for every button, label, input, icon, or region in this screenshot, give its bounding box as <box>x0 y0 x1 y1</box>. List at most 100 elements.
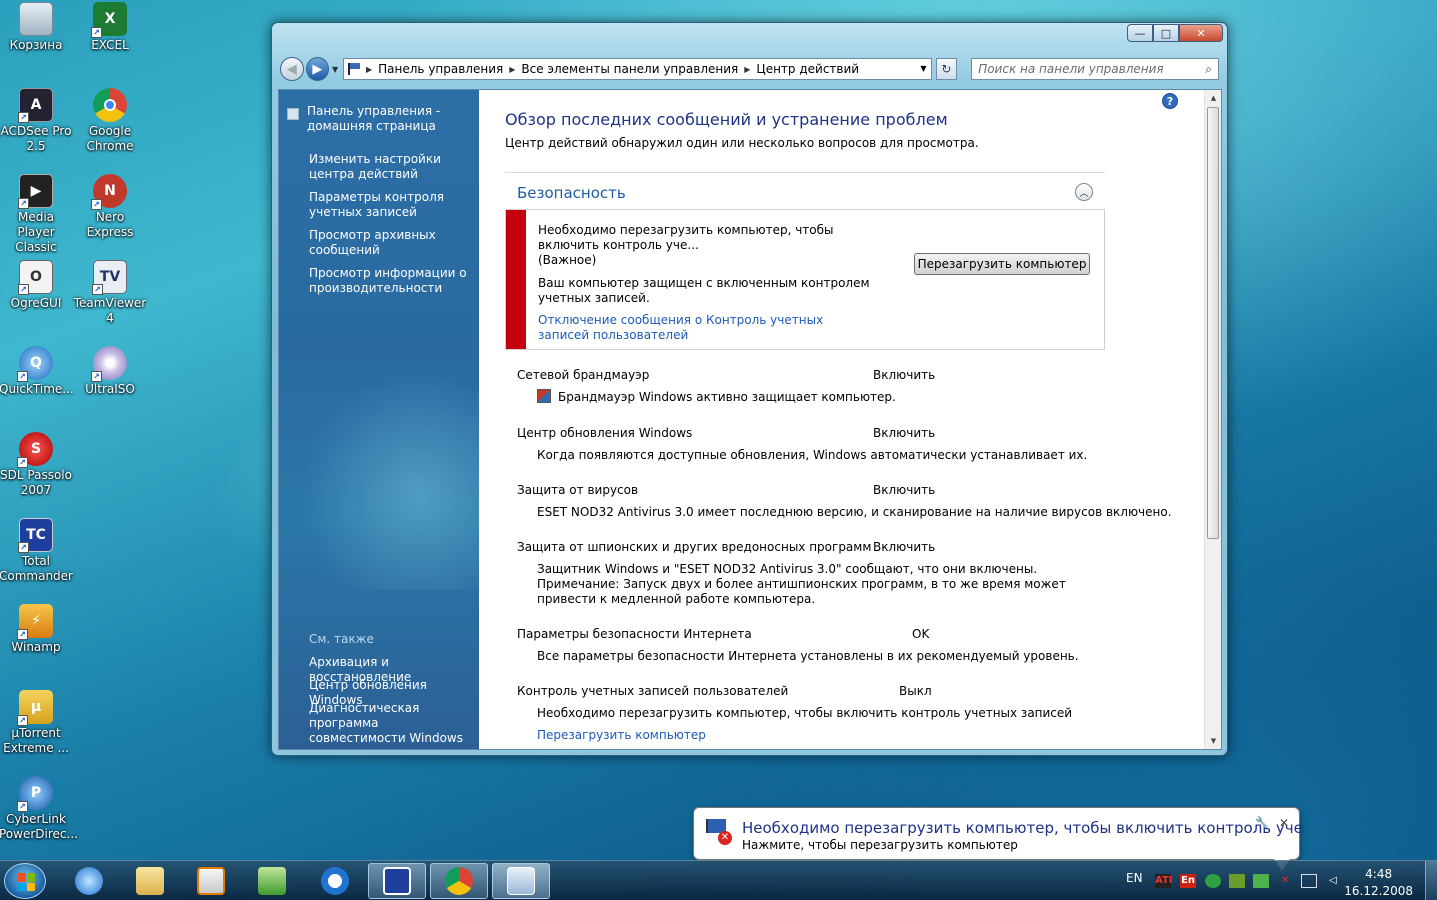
shield-tray-icon[interactable] <box>1229 874 1245 888</box>
scrollbar-thumb[interactable] <box>1207 107 1219 539</box>
taskbar-total-commander[interactable] <box>368 863 426 899</box>
desktop-icon-recycle-bin[interactable]: Корзина <box>0 2 73 53</box>
recent-pages-dropdown[interactable]: ▼ <box>329 65 341 74</box>
link-performance-info[interactable]: Просмотр информации о производительности <box>309 266 474 296</box>
scroll-up-arrow-icon[interactable]: ▲ <box>1205 90 1221 106</box>
address-bar[interactable]: ▶ Панель управления ▶ Все элементы панел… <box>343 58 932 80</box>
ultraiso-icon: ↗ <box>91 346 127 382</box>
link-change-action-center-settings[interactable]: Изменить настройки центра действий <box>309 152 474 182</box>
antivirus-desc: ESET NOD32 Antivirus 3.0 имеет последнюю… <box>537 505 1172 519</box>
scroll-down-arrow-icon[interactable]: ▼ <box>1205 733 1221 749</box>
help-icon[interactable]: ? <box>1162 93 1178 109</box>
ati-tray-icon[interactable]: ATI <box>1155 874 1173 888</box>
desktop-icon-passolo[interactable]: S ↗ SDL Passolo 2007 <box>0 432 73 498</box>
forward-button[interactable]: ▶ <box>305 57 330 81</box>
breadcrumb-action-center[interactable]: Центр действий <box>756 62 859 76</box>
internet-security-desc: Все параметры безопасности Интернета уст… <box>537 649 1079 663</box>
alert-message: Необходимо перезагрузить компьютер, чтоб… <box>538 223 834 252</box>
desktop-icon-powerdirector[interactable]: P ↗ CyberLink PowerDirec... <box>0 776 78 842</box>
taskbar-chrome[interactable] <box>430 863 488 899</box>
link-control-panel-home[interactable]: Панель управления - домашняя страница <box>307 104 472 134</box>
desktop-icon-quicktime[interactable]: Q ↗ QuickTime... <box>0 346 74 397</box>
recycle-bin-icon <box>19 2 53 36</box>
maximize-button[interactable]: □ <box>1153 24 1179 42</box>
desktop-icon-excel[interactable]: X ↗ EXCEL <box>73 2 147 53</box>
action-center-tray-icon[interactable]: ✕ <box>1277 874 1293 888</box>
taskbar-media-player[interactable] <box>182 863 240 899</box>
link-compatibility-troubleshooter[interactable]: Диагностическая программа совместимости … <box>309 701 474 746</box>
folder-icon <box>136 867 164 895</box>
search-input[interactable]: Поиск на панели управления ⌕ <box>971 58 1219 80</box>
input-language-tray-icon[interactable]: En <box>1180 874 1196 888</box>
desktop-icon-winamp[interactable]: ⚡ ↗ Winamp <box>0 604 73 655</box>
desktop-icon-teamviewer[interactable]: TV ↗ TeamViewer 4 <box>73 260 147 326</box>
desktop-icon-nero[interactable]: N ↗ Nero Express <box>73 174 147 240</box>
utorrent-icon: µ ↗ <box>17 690 53 726</box>
breadcrumb-all-items[interactable]: Все элементы панели управления <box>521 62 738 76</box>
nero-icon: N ↗ <box>91 174 127 210</box>
action-center-flag-icon <box>348 63 362 75</box>
restart-computer-button[interactable]: Перезагрузить компьютер <box>914 253 1090 275</box>
divider <box>505 172 1105 173</box>
clock[interactable]: 4:48 16.12.2008 <box>1344 866 1413 900</box>
breadcrumb-separator-icon: ▶ <box>366 64 373 74</box>
firewall-status: Включить <box>873 368 936 382</box>
desktop-icon-ultraiso[interactable]: ↗ UltraISO <box>73 346 147 397</box>
link-uac-settings[interactable]: Параметры контроля учетных записей <box>309 190 474 220</box>
see-also-heading: См. также <box>309 632 374 646</box>
back-button[interactable]: ◀ <box>280 57 304 81</box>
excel-icon: X ↗ <box>91 2 127 38</box>
balloon-options-icon[interactable]: 🔧 <box>1255 816 1269 829</box>
volume-tray-icon[interactable]: ◁ <box>1325 874 1341 888</box>
taskbar-control-panel[interactable] <box>492 863 550 899</box>
breadcrumb-control-panel[interactable]: Панель управления <box>378 62 503 76</box>
vertical-scrollbar[interactable]: ▲ ▼ <box>1204 90 1221 749</box>
balloon-subtitle: Нажмите, чтобы перезагрузить компьютер <box>742 838 1018 852</box>
antispyware-desc: Защитник Windows и "ESET NOD32 Antivirus… <box>537 562 1038 576</box>
quicktime-icon: Q ↗ <box>17 346 53 382</box>
taskbar-teamviewer[interactable] <box>306 863 364 899</box>
floppy-disk-icon <box>383 867 411 895</box>
desktop-icon-ogregui[interactable]: O ↗ OgreGUI <box>0 260 73 311</box>
start-button[interactable] <box>4 863 46 899</box>
search-icon[interactable]: ⌕ <box>1205 62 1212 77</box>
antispyware-status: Включить <box>873 540 936 554</box>
disable-uac-messages-link[interactable]: Отключение сообщения о Контроль учетных … <box>538 313 858 343</box>
notification-balloon[interactable]: ✕ Необходимо перезагрузить компьютер, чт… <box>693 807 1303 871</box>
refresh-button[interactable]: ↻ <box>935 58 958 80</box>
internet-explorer-icon <box>75 867 103 895</box>
taskbar-explorer[interactable] <box>121 863 179 899</box>
firewall-name: Сетевой брандмауэр <box>517 368 650 382</box>
windows-update-status: Включить <box>873 426 936 440</box>
desktop-icon-media-player[interactable]: ▶ ↗ Media Player Classic <box>0 174 73 255</box>
link-archived-messages[interactable]: Просмотр архивных сообщений <box>309 228 474 258</box>
collapse-chevron-up-icon[interactable]: ︿ <box>1075 183 1093 201</box>
clock-date: 16.12.2008 <box>1344 884 1413 898</box>
show-desktop-button[interactable] <box>1425 861 1437 900</box>
network-tray-icon[interactable] <box>1301 874 1317 888</box>
taskbar-internet-explorer[interactable] <box>60 863 118 899</box>
uac-restart-link[interactable]: Перезагрузить компьютер <box>537 728 706 743</box>
balloon-title: Необходимо перезагрузить компьютер, чтоб… <box>742 819 1303 837</box>
green-tray-icon[interactable] <box>1205 874 1221 888</box>
address-dropdown-icon[interactable]: ▼ <box>920 64 926 73</box>
action-center-window: — □ ✕ ◀ ▶ ▼ ▶ Панель управления ▶ Все эл… <box>271 22 1228 756</box>
taskbar-app-4[interactable] <box>243 863 301 899</box>
desktop-icon-acdsee[interactable]: A ↗ ACDSee Pro 2.5 <box>0 88 73 154</box>
desktop-icon-utorrent[interactable]: µ ↗ µTorrent Extreme ... <box>0 690 73 756</box>
antispyware-note: Примечание: Запуск двух и более антишпио… <box>537 577 1066 606</box>
desktop-icon-chrome[interactable]: Google Chrome <box>73 88 147 154</box>
page-subtitle: Центр действий обнаружил один или нескол… <box>505 136 979 150</box>
android-tray-icon[interactable] <box>1253 874 1269 888</box>
taskbar: EN ATI En ✕ ◁ 4:48 16.12.2008 <box>0 860 1437 900</box>
firewall-shield-icon <box>537 389 551 403</box>
main-pane: ? Обзор последних сообщений и устранение… <box>479 90 1204 749</box>
security-section-title[interactable]: Безопасность <box>517 184 626 202</box>
close-button[interactable]: ✕ <box>1179 24 1223 42</box>
desktop-icon-total-commander[interactable]: TC ↗ Total Commander <box>0 518 73 584</box>
balloon-close-icon[interactable]: ✕ <box>1279 816 1289 830</box>
teamviewer-icon: TV ↗ <box>92 260 127 295</box>
minimize-button[interactable]: — <box>1127 24 1153 42</box>
language-indicator[interactable]: EN <box>1126 871 1143 885</box>
winamp-icon: ⚡ ↗ <box>17 604 53 640</box>
